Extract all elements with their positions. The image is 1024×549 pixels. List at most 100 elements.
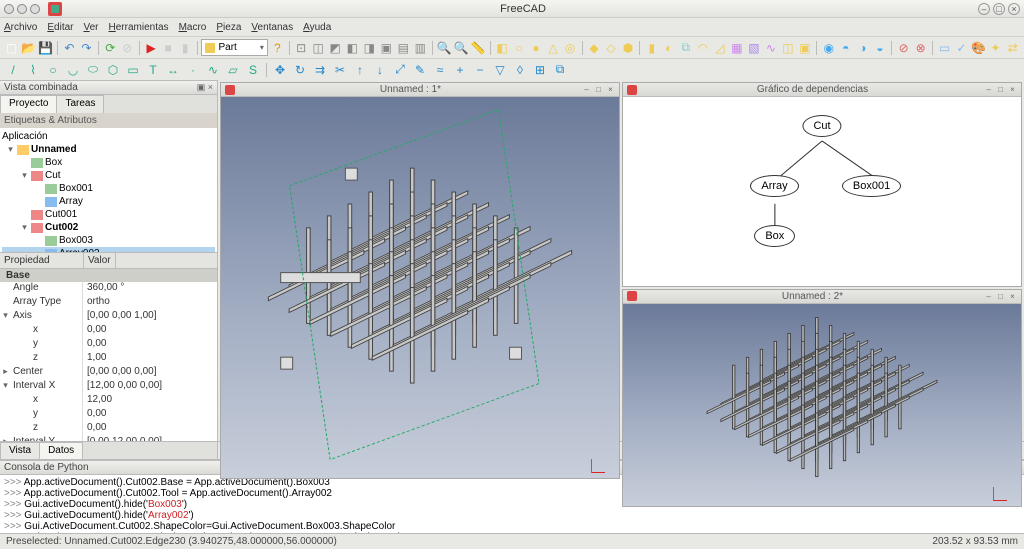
3d-view-1[interactable]: Unnamed : 1*–□×	[220, 82, 620, 479]
property-row[interactable]: z0,00	[0, 422, 217, 436]
property-row[interactable]: x0,00	[0, 324, 217, 338]
dep-node-array[interactable]: Array	[750, 175, 798, 197]
fuse-icon[interactable]: ◑	[855, 39, 870, 57]
thickness-icon[interactable]: ▣	[797, 39, 812, 57]
window-max2-icon[interactable]: □	[993, 3, 1005, 15]
downgrade-icon[interactable]: ↓	[371, 61, 389, 79]
dependency-graph-view[interactable]: Gráfico de dependencias–□× Cut Array Box…	[622, 82, 1022, 287]
rotate-icon[interactable]: ↻	[291, 61, 309, 79]
tree-item[interactable]: Box003	[2, 234, 215, 247]
prim-icon[interactable]: ◇	[603, 39, 618, 57]
menu-editar[interactable]: Editar	[47, 22, 73, 33]
property-table[interactable]: Base Angle360,00 °Array Typeortho▾Axis[0…	[0, 269, 217, 441]
stop-macro-icon[interactable]: ■	[161, 39, 176, 57]
dep-node-box[interactable]: Box	[754, 225, 795, 247]
window-min-icon[interactable]	[17, 4, 27, 14]
view-fit-icon[interactable]: ⊡	[294, 39, 309, 57]
view-right-icon[interactable]: ◨	[362, 39, 377, 57]
tree-item[interactable]: ▾Cut	[2, 169, 215, 182]
refresh-icon[interactable]: ⟳	[103, 39, 118, 57]
zoom-in-icon[interactable]: 🔍	[437, 39, 452, 57]
window-close2-icon[interactable]: ×	[1008, 3, 1020, 15]
arc-icon[interactable]: ◡	[64, 61, 82, 79]
offset2-icon[interactable]: ⇉	[311, 61, 329, 79]
save-icon[interactable]: 💾	[38, 39, 53, 57]
tree-item[interactable]: Box001	[2, 182, 215, 195]
extrude-icon[interactable]: ▮	[644, 39, 659, 57]
torus-icon[interactable]: ◎	[563, 39, 578, 57]
rect-icon[interactable]: ▭	[124, 61, 142, 79]
shapestring-icon[interactable]: S	[244, 61, 262, 79]
check-icon[interactable]: ✓	[954, 39, 969, 57]
circle-icon[interactable]: ○	[44, 61, 62, 79]
ellipse-icon[interactable]: ⬭	[84, 61, 102, 79]
boolean-icon[interactable]: ◉	[821, 39, 836, 57]
macro-icon[interactable]: ▶	[144, 39, 159, 57]
menu-ayuda[interactable]: Ayuda	[303, 22, 331, 33]
point-icon[interactable]: ·	[184, 61, 202, 79]
box-icon[interactable]: ◧	[495, 39, 510, 57]
cut-icon[interactable]: ◓	[838, 39, 853, 57]
bspline-icon[interactable]: ∿	[204, 61, 222, 79]
tree-item[interactable]: ▾Unnamed	[2, 143, 215, 156]
dep-node-box001[interactable]: Box001	[842, 175, 901, 197]
chamfer-icon[interactable]: ◿	[712, 39, 727, 57]
shape2d-icon[interactable]: ▽	[491, 61, 509, 79]
delpoint-icon[interactable]: −	[471, 61, 489, 79]
new-icon[interactable]: ▢	[4, 39, 19, 57]
draft2sketch-icon[interactable]: ◊	[511, 61, 529, 79]
view-max-icon[interactable]: □	[996, 292, 1005, 301]
property-row[interactable]: ▾Axis[0,00 0,00 1,00]	[0, 310, 217, 324]
view-bottom-icon[interactable]: ▤	[396, 39, 411, 57]
ruled-icon[interactable]: ▦	[729, 39, 744, 57]
tree-item[interactable]: Box	[2, 156, 215, 169]
view-max-icon[interactable]: □	[996, 85, 1005, 94]
redo-icon[interactable]: ↷	[79, 39, 94, 57]
shape-icon[interactable]: ▭	[937, 39, 952, 57]
move-icon[interactable]: ✥	[271, 61, 289, 79]
tab-tasks[interactable]: Tareas	[56, 95, 104, 113]
view-max-icon[interactable]: □	[594, 85, 603, 94]
tree-item[interactable]: Array	[2, 195, 215, 208]
property-row[interactable]: z1,00	[0, 352, 217, 366]
part-icon[interactable]: ◆	[586, 39, 601, 57]
view-iso-icon[interactable]: ◩	[328, 39, 343, 57]
menu-archivo[interactable]: Archivo	[4, 22, 37, 33]
dependency-graph[interactable]: Cut Array Box001 Box	[623, 97, 1021, 286]
model-tree[interactable]: Aplicación ▾UnnamedBox▾CutBox001ArrayCut…	[0, 128, 217, 253]
property-row[interactable]: Angle360,00 °	[0, 282, 217, 296]
edit-icon[interactable]: ✎	[411, 61, 429, 79]
3d-view-2[interactable]: Unnamed : 2*–□×	[622, 289, 1022, 507]
menu-pieza[interactable]: Pieza	[216, 22, 241, 33]
3d-viewport-2[interactable]	[623, 304, 1021, 506]
property-row[interactable]: y0,00	[0, 408, 217, 422]
view-front-icon[interactable]: ◫	[311, 39, 326, 57]
dim-icon[interactable]: ↔	[164, 61, 182, 79]
zoom-out-icon[interactable]: 🔍	[454, 39, 469, 57]
property-row[interactable]: ▾Interval X[12,00 0,00 0,00]	[0, 380, 217, 394]
undo-icon[interactable]: ↶	[62, 39, 77, 57]
facebinder-icon[interactable]: ▱	[224, 61, 242, 79]
wire2bs-icon[interactable]: ≈	[431, 61, 449, 79]
property-row[interactable]: y0,00	[0, 338, 217, 352]
line-icon[interactable]: /	[4, 61, 22, 79]
panel-close-icon[interactable]: ▣ ×	[197, 82, 213, 93]
addpoint-icon[interactable]: +	[451, 61, 469, 79]
menu-ver[interactable]: Ver	[83, 22, 98, 33]
window-close-icon[interactable]	[4, 4, 14, 14]
sweep-icon[interactable]: ∿	[763, 39, 778, 57]
section-icon[interactable]: ⊘	[896, 39, 911, 57]
loft-icon[interactable]: ▧	[746, 39, 761, 57]
cone-icon[interactable]: △	[546, 39, 561, 57]
open-icon[interactable]: 📂	[21, 39, 36, 57]
view-left-icon[interactable]: ▥	[413, 39, 428, 57]
view-min-icon[interactable]: –	[984, 85, 993, 94]
tree-item[interactable]: Cut001	[2, 208, 215, 221]
fillet-icon[interactable]: ◠	[695, 39, 710, 57]
tab-project[interactable]: Proyecto	[0, 95, 57, 113]
scale-icon[interactable]: ⤢	[391, 61, 409, 79]
view-close-icon[interactable]: ×	[1008, 85, 1017, 94]
array-icon[interactable]: ⊞	[531, 61, 549, 79]
menu-ventanas[interactable]: Ventanas	[251, 22, 293, 33]
cylinder-icon[interactable]: ○	[512, 39, 527, 57]
